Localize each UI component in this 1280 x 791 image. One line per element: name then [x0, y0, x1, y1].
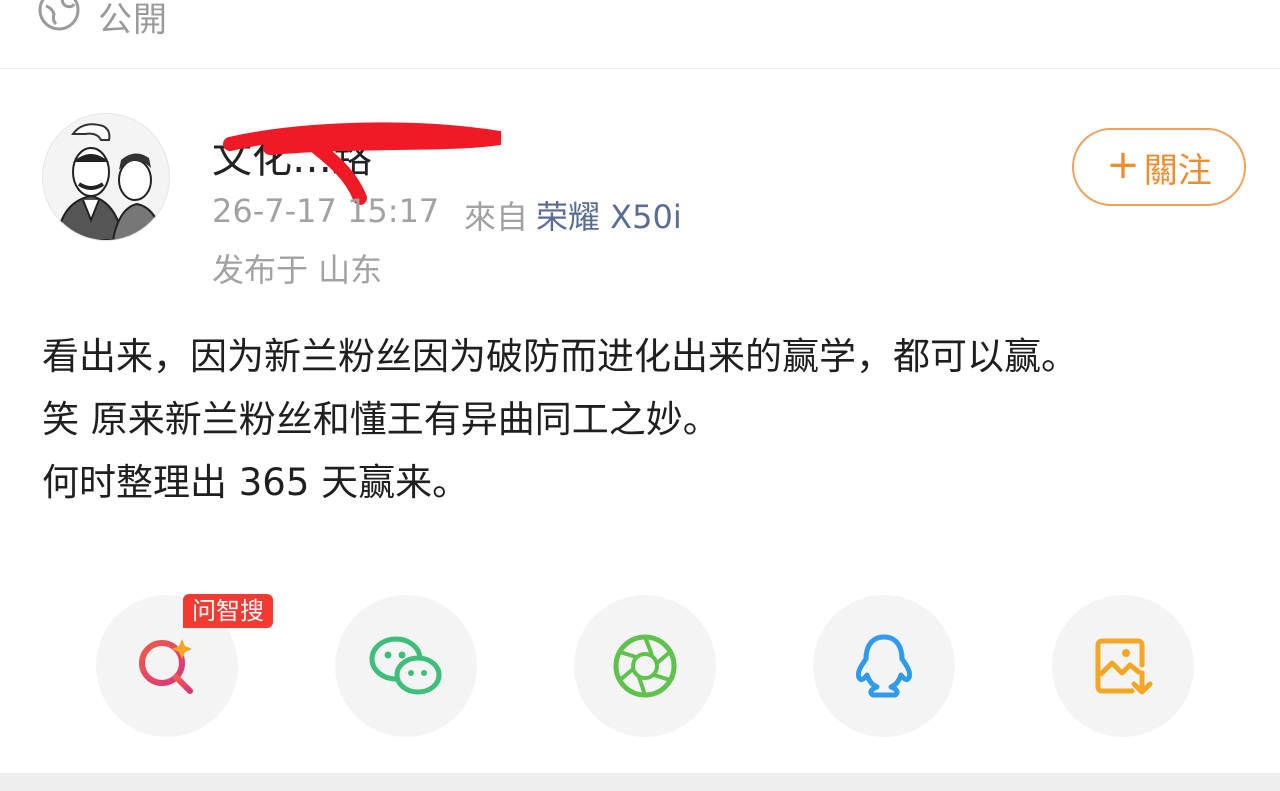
share-moments-button[interactable] [574, 595, 716, 737]
post-content: 看出来，因为新兰粉丝因为破防而进化出来的赢学，都可以赢。 笑 原来新兰粉丝和懂王… [42, 325, 1252, 514]
visibility-label: 公開 [98, 0, 168, 40]
save-image-icon [1095, 638, 1153, 695]
follow-label: 關注 [1143, 150, 1212, 191]
source-device-link[interactable]: 荣耀 X50i [536, 192, 682, 238]
share-save-image-button[interactable] [1052, 595, 1194, 737]
wechat-icon [369, 636, 442, 695]
share-wechat-button[interactable] [335, 595, 477, 737]
source-prefix: 來自 [464, 198, 529, 236]
moments-icon [613, 634, 677, 698]
bottom-divider [0, 773, 1280, 791]
content-line: 看出来，因为新兰粉丝因为破防而进化出来的赢学，都可以赢。 [42, 335, 1078, 378]
content-line: 笑 原来新兰粉丝和懂王有异曲同工之妙。 [42, 398, 720, 441]
globe-icon [38, 0, 80, 31]
post-time: 26-7-17 15:17 [212, 192, 440, 230]
ai-search-badge: 问智搜 [183, 594, 273, 628]
post-location: 发布于 山东 [212, 251, 383, 289]
ai-search-icon [139, 639, 193, 694]
share-qq-button[interactable] [813, 595, 955, 737]
plus-icon: + [1106, 142, 1140, 188]
content-line: 何时整理出 365 天赢来。 [42, 461, 470, 504]
avatar[interactable] [42, 113, 170, 241]
avatar-illustration [43, 114, 169, 240]
visibility-bar: 公開 [0, 0, 1280, 69]
qq-icon [855, 634, 913, 698]
follow-button[interactable]: + 關注 [1072, 128, 1246, 206]
